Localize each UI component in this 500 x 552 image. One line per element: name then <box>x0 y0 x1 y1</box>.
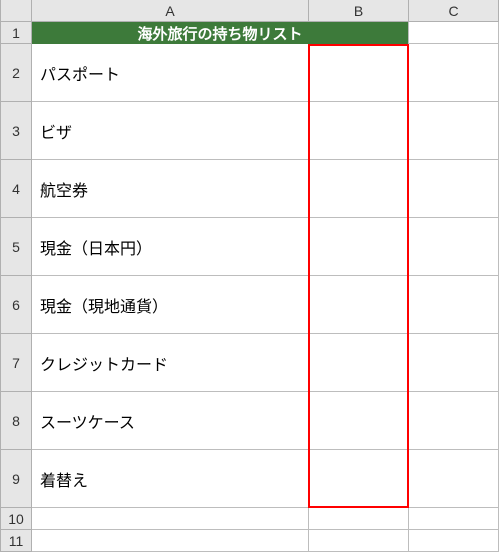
cell-B4[interactable] <box>309 160 409 218</box>
cell-text: スーツケース <box>40 409 135 433</box>
cell-B2[interactable] <box>309 44 409 102</box>
cell-C6[interactable] <box>409 276 499 334</box>
select-all-corner[interactable] <box>0 0 32 22</box>
cell-C8[interactable] <box>409 392 499 450</box>
cell-B5[interactable] <box>309 218 409 276</box>
cell-B6[interactable] <box>309 276 409 334</box>
cell-text: 現金（日本円） <box>40 235 152 259</box>
cell-B10[interactable] <box>309 508 409 530</box>
cell-A6[interactable]: 現金（現地通貨） <box>32 276 309 334</box>
row-header-2[interactable]: 2 <box>0 44 32 102</box>
cell-C3[interactable] <box>409 102 499 160</box>
row-header-1[interactable]: 1 <box>0 22 32 44</box>
cell-B9[interactable] <box>309 450 409 508</box>
col-header-B[interactable]: B <box>309 0 409 22</box>
cell-B7[interactable] <box>309 334 409 392</box>
row-header-8[interactable]: 8 <box>0 392 32 450</box>
cell-C11[interactable] <box>409 530 499 552</box>
cell-text: 航空券 <box>40 177 88 201</box>
cell-C4[interactable] <box>409 160 499 218</box>
cell-text: パスポート <box>40 61 120 85</box>
row-header-6[interactable]: 6 <box>0 276 32 334</box>
cell-A8[interactable]: スーツケース <box>32 392 309 450</box>
cell-C5[interactable] <box>409 218 499 276</box>
cell-A5[interactable]: 現金（日本円） <box>32 218 309 276</box>
cell-text: 現金（現地通貨） <box>40 293 168 317</box>
cell-B11[interactable] <box>309 530 409 552</box>
cell-A2[interactable]: パスポート <box>32 44 309 102</box>
row-header-4[interactable]: 4 <box>0 160 32 218</box>
cell-A11[interactable] <box>32 530 309 552</box>
cell-C2[interactable] <box>409 44 499 102</box>
grid: A B C 1 海外旅行の持ち物リスト 2 パスポート 3 ビザ 4 航空券 5… <box>0 0 500 552</box>
cell-A3[interactable]: ビザ <box>32 102 309 160</box>
cell-A9[interactable]: 着替え <box>32 450 309 508</box>
title-cell[interactable]: 海外旅行の持ち物リスト <box>32 22 409 44</box>
cell-C7[interactable] <box>409 334 499 392</box>
cell-A10[interactable] <box>32 508 309 530</box>
row-header-5[interactable]: 5 <box>0 218 32 276</box>
cell-B8[interactable] <box>309 392 409 450</box>
cell-A7[interactable]: クレジットカード <box>32 334 309 392</box>
cell-text: 着替え <box>40 467 88 491</box>
row-header-3[interactable]: 3 <box>0 102 32 160</box>
cell-C9[interactable] <box>409 450 499 508</box>
cell-B3[interactable] <box>309 102 409 160</box>
col-header-A[interactable]: A <box>32 0 309 22</box>
col-header-C[interactable]: C <box>409 0 499 22</box>
spreadsheet: A B C 1 海外旅行の持ち物リスト 2 パスポート 3 ビザ 4 航空券 5… <box>0 0 500 552</box>
cell-C1[interactable] <box>409 22 499 44</box>
row-header-10[interactable]: 10 <box>0 508 32 530</box>
row-header-9[interactable]: 9 <box>0 450 32 508</box>
cell-text: ビザ <box>40 119 72 143</box>
row-header-7[interactable]: 7 <box>0 334 32 392</box>
cell-A4[interactable]: 航空券 <box>32 160 309 218</box>
cell-text: クレジットカード <box>40 351 168 375</box>
row-header-11[interactable]: 11 <box>0 530 32 552</box>
cell-C10[interactable] <box>409 508 499 530</box>
